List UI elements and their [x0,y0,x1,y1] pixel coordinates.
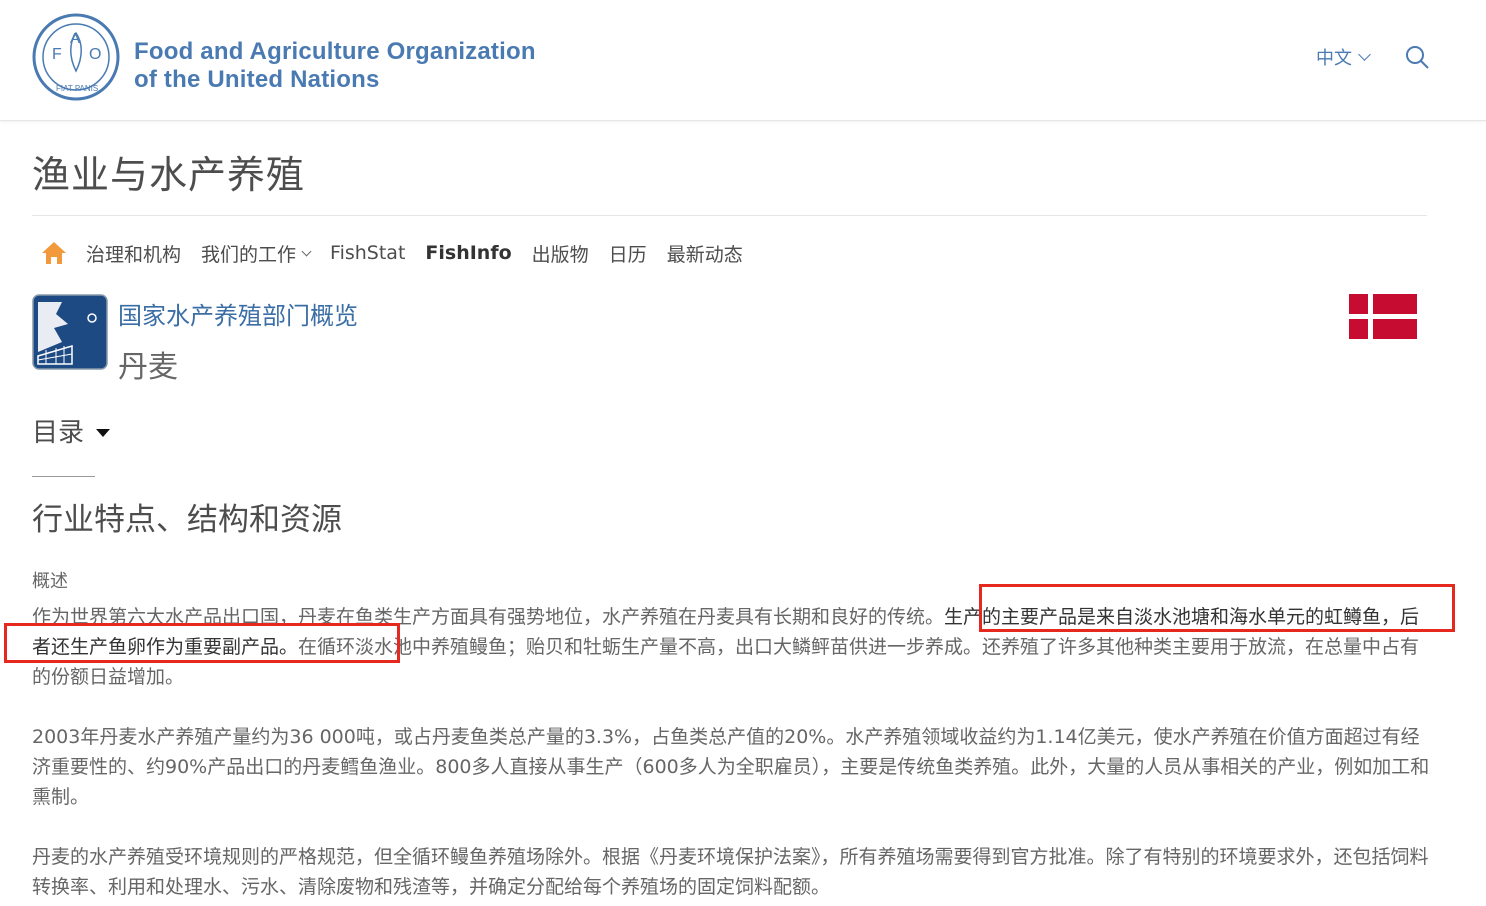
logo-motto: FIAT PANIS [56,84,98,93]
toc-toggle[interactable]: 目录 [32,412,111,449]
caret-down-icon [96,428,111,437]
nav-label: 日历 [608,243,647,266]
org-name-line2: of the United Nations [134,66,380,93]
toc-label: 目录 [32,418,85,448]
country-name: 丹麦 [118,350,178,385]
divider [32,215,1427,216]
nav-label: 出版物 [531,243,589,266]
logo-letter-f: F [52,46,62,63]
nav-label: 治理和机构 [86,243,182,266]
paragraph: 2003年丹麦水产养殖产量约为36 000吨，或占丹麦鱼类总产量的3.3%，占鱼… [32,726,1430,808]
nav-label: FishStat [330,242,406,264]
search-icon[interactable] [1404,44,1430,70]
chevron-down-icon [1358,48,1371,61]
nav-item-publications[interactable]: 出版物 [532,240,589,267]
paragraph: 丹麦的水产养殖受环境规则的严格规范，但全循环鳗鱼养殖场除外。根据《丹麦环境保护法… [32,846,1429,898]
content-heading: 行业特点、结构和资源 [32,502,342,538]
logo-letter-o: O [89,46,101,63]
language-selector[interactable]: 中文 [1316,44,1371,70]
nav-label: 最新动态 [666,243,743,266]
nav-item-governance[interactable]: 治理和机构 [86,240,181,267]
main-nav: 治理和机构 我们的工作 FishStat FishInfo 出版物 日历 最新动… [40,236,763,270]
denmark-flag-icon [1349,294,1417,339]
chevron-down-icon [301,246,312,256]
sub-label: 概述 [32,571,68,592]
divider [32,476,95,477]
nav-label: 我们的工作 [201,243,297,266]
org-name-line1: Food and Agriculture Organization [134,38,536,65]
fao-logo[interactable]: F A O FIAT PANIS [32,13,120,101]
logo-letter-a: A [70,30,80,47]
nav-item-our-work[interactable]: 我们的工作 [201,240,312,267]
profile-logo-icon [32,294,108,370]
nav-item-fishstat[interactable]: FishStat [330,242,405,264]
nav-item-calendar[interactable]: 日历 [609,240,647,267]
language-label: 中文 [1316,48,1352,69]
paragraph: 作为世界第六大水产品出口国，丹麦在鱼类生产方面具有强势地位，水产养殖在丹麦具有长… [32,602,1432,692]
nav-label: FishInfo [425,242,512,264]
org-name[interactable]: Food and Agriculture Organization of the… [134,38,536,94]
nav-item-fishinfo[interactable]: FishInfo [425,242,511,264]
paragraph-text: 作为世界第六大水产品出口国，丹麦在鱼类生产方面具有强势地位，水产养殖在丹麦具有长… [32,606,945,628]
profile-link[interactable]: 国家水产养殖部门概览 [118,296,358,331]
home-icon[interactable] [40,240,68,266]
site-header: F A O FIAT PANIS Food and Agriculture Or… [0,0,1486,121]
page-title: 渔业与水产养殖 [32,153,306,197]
nav-item-news[interactable]: 最新动态 [667,240,743,267]
